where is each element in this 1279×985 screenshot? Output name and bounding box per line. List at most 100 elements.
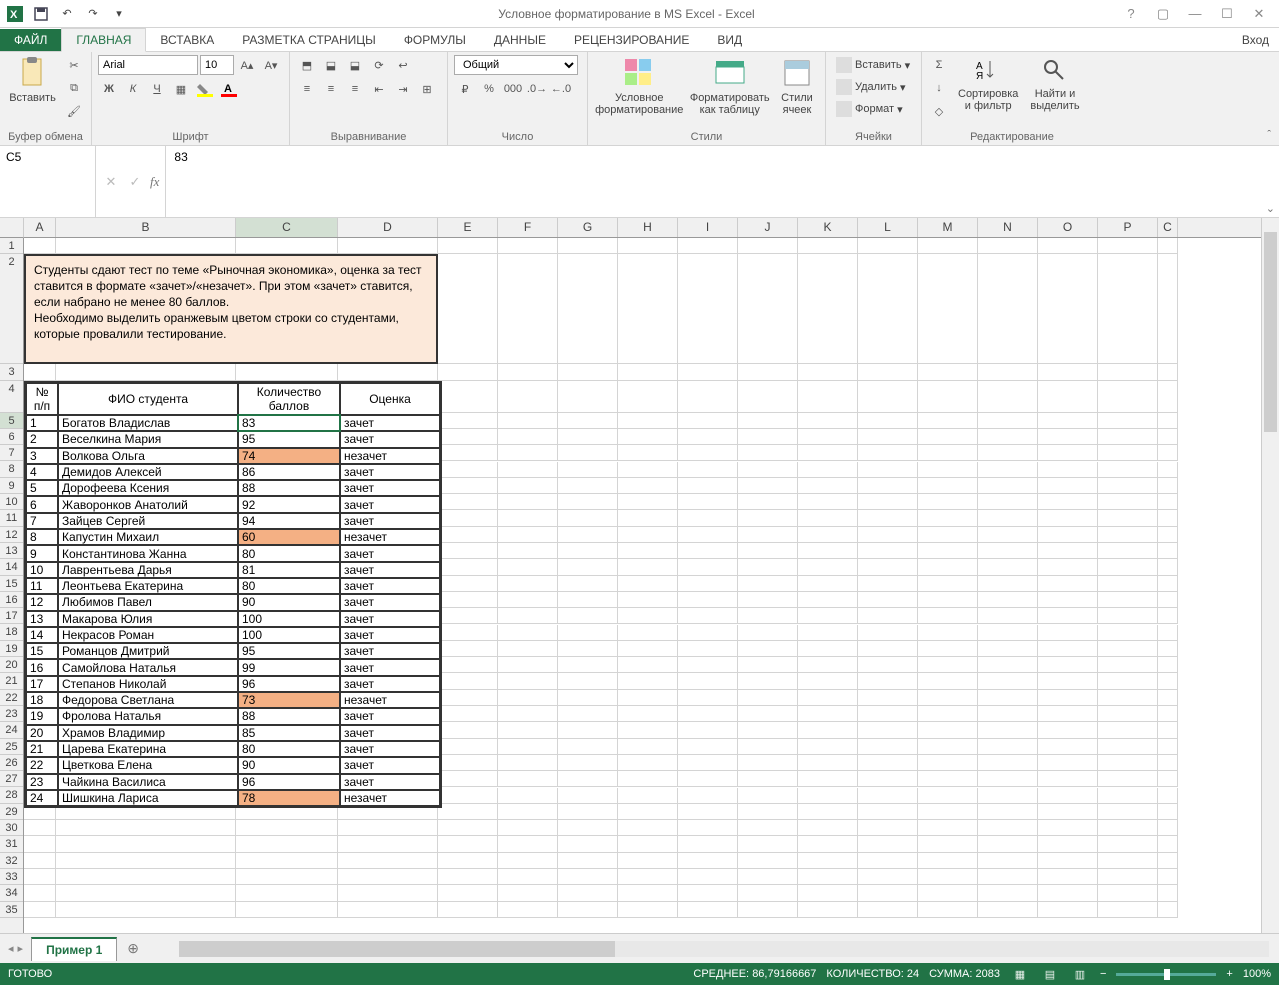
align-right-icon[interactable]: ≡ (344, 79, 366, 99)
tab-data[interactable]: ДАННЫЕ (480, 29, 560, 51)
zoom-out-icon[interactable]: − (1100, 968, 1106, 980)
row-header-24[interactable]: 24 (0, 722, 23, 738)
row-header-3[interactable]: 3 (0, 364, 23, 380)
row-header-8[interactable]: 8 (0, 461, 23, 477)
row-header-33[interactable]: 33 (0, 869, 23, 885)
row-header-26[interactable]: 26 (0, 755, 23, 771)
bold-icon[interactable]: Ж (98, 79, 120, 99)
orientation-icon[interactable]: ⟳ (368, 55, 390, 75)
row-header-23[interactable]: 23 (0, 706, 23, 722)
row-header-20[interactable]: 20 (0, 657, 23, 673)
cancel-formula-icon[interactable]: ✕ (102, 174, 120, 190)
row-header-12[interactable]: 12 (0, 527, 23, 543)
underline-icon[interactable]: Ч (146, 79, 168, 99)
col-header-B[interactable]: B (56, 218, 236, 237)
align-middle-icon[interactable]: ⬓ (320, 55, 342, 75)
row-header-14[interactable]: 14 (0, 559, 23, 575)
copy-icon[interactable]: ⧉ (63, 78, 85, 98)
autosum-icon[interactable]: Σ (928, 55, 950, 75)
tab-home[interactable]: ГЛАВНАЯ (61, 28, 146, 52)
signin-link[interactable]: Вход (1232, 29, 1279, 51)
align-top-icon[interactable]: ⬒ (296, 55, 318, 75)
number-format-combo[interactable]: Общий (454, 55, 578, 75)
col-header-C[interactable]: C (236, 218, 338, 237)
zoom-in-icon[interactable]: + (1226, 968, 1232, 980)
col-header-G[interactable]: G (558, 218, 618, 237)
decrease-decimal-icon[interactable]: ←.0 (550, 79, 572, 99)
col-header-J[interactable]: J (738, 218, 798, 237)
increase-font-icon[interactable]: A▴ (236, 55, 258, 75)
tab-view[interactable]: ВИД (703, 29, 756, 51)
zoom-level[interactable]: 100% (1243, 968, 1271, 980)
row-header-28[interactable]: 28 (0, 787, 23, 803)
increase-decimal-icon[interactable]: .0→ (526, 79, 548, 99)
row-header-5[interactable]: 5 (0, 413, 23, 429)
decrease-indent-icon[interactable]: ⇤ (368, 79, 390, 99)
zoom-slider[interactable] (1116, 973, 1216, 976)
row-header-17[interactable]: 17 (0, 608, 23, 624)
col-header-C[interactable]: C (1158, 218, 1178, 237)
collapse-ribbon-icon[interactable]: ˆ (1259, 125, 1279, 145)
align-bottom-icon[interactable]: ⬓ (344, 55, 366, 75)
delete-cells-button[interactable]: Удалить ▾ (832, 77, 910, 97)
row-header-10[interactable]: 10 (0, 494, 23, 510)
row-header-35[interactable]: 35 (0, 902, 23, 918)
cells-area[interactable]: Студенты сдают тест по теме «Рыночная эк… (24, 238, 1261, 933)
sheet-nav-first-icon[interactable]: ◂ (8, 942, 14, 955)
redo-icon[interactable]: ↷ (82, 3, 104, 25)
add-sheet-icon[interactable]: ⊕ (117, 936, 149, 961)
tab-file[interactable]: ФАЙЛ (0, 29, 61, 51)
row-header-18[interactable]: 18 (0, 624, 23, 640)
row-header-30[interactable]: 30 (0, 820, 23, 836)
insert-cells-button[interactable]: Вставить ▾ (832, 55, 914, 75)
view-page-break-icon[interactable]: ▥ (1070, 966, 1090, 982)
wrap-text-icon[interactable]: ↩ (392, 55, 414, 75)
hscroll-thumb[interactable] (179, 941, 615, 957)
select-all-corner[interactable] (0, 218, 24, 238)
formula-input[interactable]: 83 (166, 146, 1279, 214)
find-select-button[interactable]: Найти и выделить (1026, 55, 1083, 114)
row-header-7[interactable]: 7 (0, 445, 23, 461)
col-header-K[interactable]: K (798, 218, 858, 237)
view-normal-icon[interactable]: ▦ (1010, 966, 1030, 982)
currency-icon[interactable]: ₽ (454, 79, 476, 99)
row-header-27[interactable]: 27 (0, 771, 23, 787)
spreadsheet-grid[interactable]: ABCDEFGHIJKLMNOPC 1234567891011121314151… (0, 218, 1261, 933)
row-header-13[interactable]: 13 (0, 543, 23, 559)
fill-icon[interactable]: ↓ (928, 78, 950, 98)
cut-icon[interactable]: ✂ (63, 55, 85, 75)
row-header-9[interactable]: 9 (0, 478, 23, 494)
row-header-6[interactable]: 6 (0, 429, 23, 445)
format-as-table-button[interactable]: Форматировать как таблицу (688, 55, 771, 118)
align-center-icon[interactable]: ≡ (320, 79, 342, 99)
view-page-layout-icon[interactable]: ▤ (1040, 966, 1060, 982)
sort-filter-button[interactable]: AЯ Сортировка и фильтр (954, 55, 1022, 114)
paste-button[interactable]: Вставить (6, 55, 59, 106)
formula-expand-icon[interactable]: ⌄ (1266, 202, 1275, 215)
vertical-scrbad bar[interactable] (1261, 218, 1279, 933)
row-header-34[interactable]: 34 (0, 885, 23, 901)
save-icon[interactable] (30, 3, 52, 25)
row-header-25[interactable]: 25 (0, 739, 23, 755)
row-header-19[interactable]: 19 (0, 641, 23, 657)
increase-indent-icon[interactable]: ⇥ (392, 79, 414, 99)
undo-icon[interactable]: ↶ (56, 3, 78, 25)
maximize-icon[interactable]: ☐ (1215, 4, 1239, 24)
font-color-icon[interactable]: A (218, 79, 240, 99)
conditional-formatting-button[interactable]: Условное форматирование (594, 55, 684, 118)
col-header-E[interactable]: E (438, 218, 498, 237)
fx-icon[interactable]: fx (150, 174, 159, 190)
borders-icon[interactable]: ▦ (170, 79, 192, 99)
col-header-H[interactable]: H (618, 218, 678, 237)
row-header-32[interactable]: 32 (0, 853, 23, 869)
align-left-icon[interactable]: ≡ (296, 79, 318, 99)
row-header-15[interactable]: 15 (0, 576, 23, 592)
name-box[interactable] (0, 146, 95, 168)
close-icon[interactable]: ✕ (1247, 4, 1271, 24)
qat-customize-icon[interactable]: ▾ (108, 3, 130, 25)
tab-review[interactable]: РЕЦЕНЗИРОВАНИЕ (560, 29, 703, 51)
italic-icon[interactable]: К (122, 79, 144, 99)
row-header-16[interactable]: 16 (0, 592, 23, 608)
percent-icon[interactable]: % (478, 79, 500, 99)
fill-color-icon[interactable] (194, 79, 216, 99)
